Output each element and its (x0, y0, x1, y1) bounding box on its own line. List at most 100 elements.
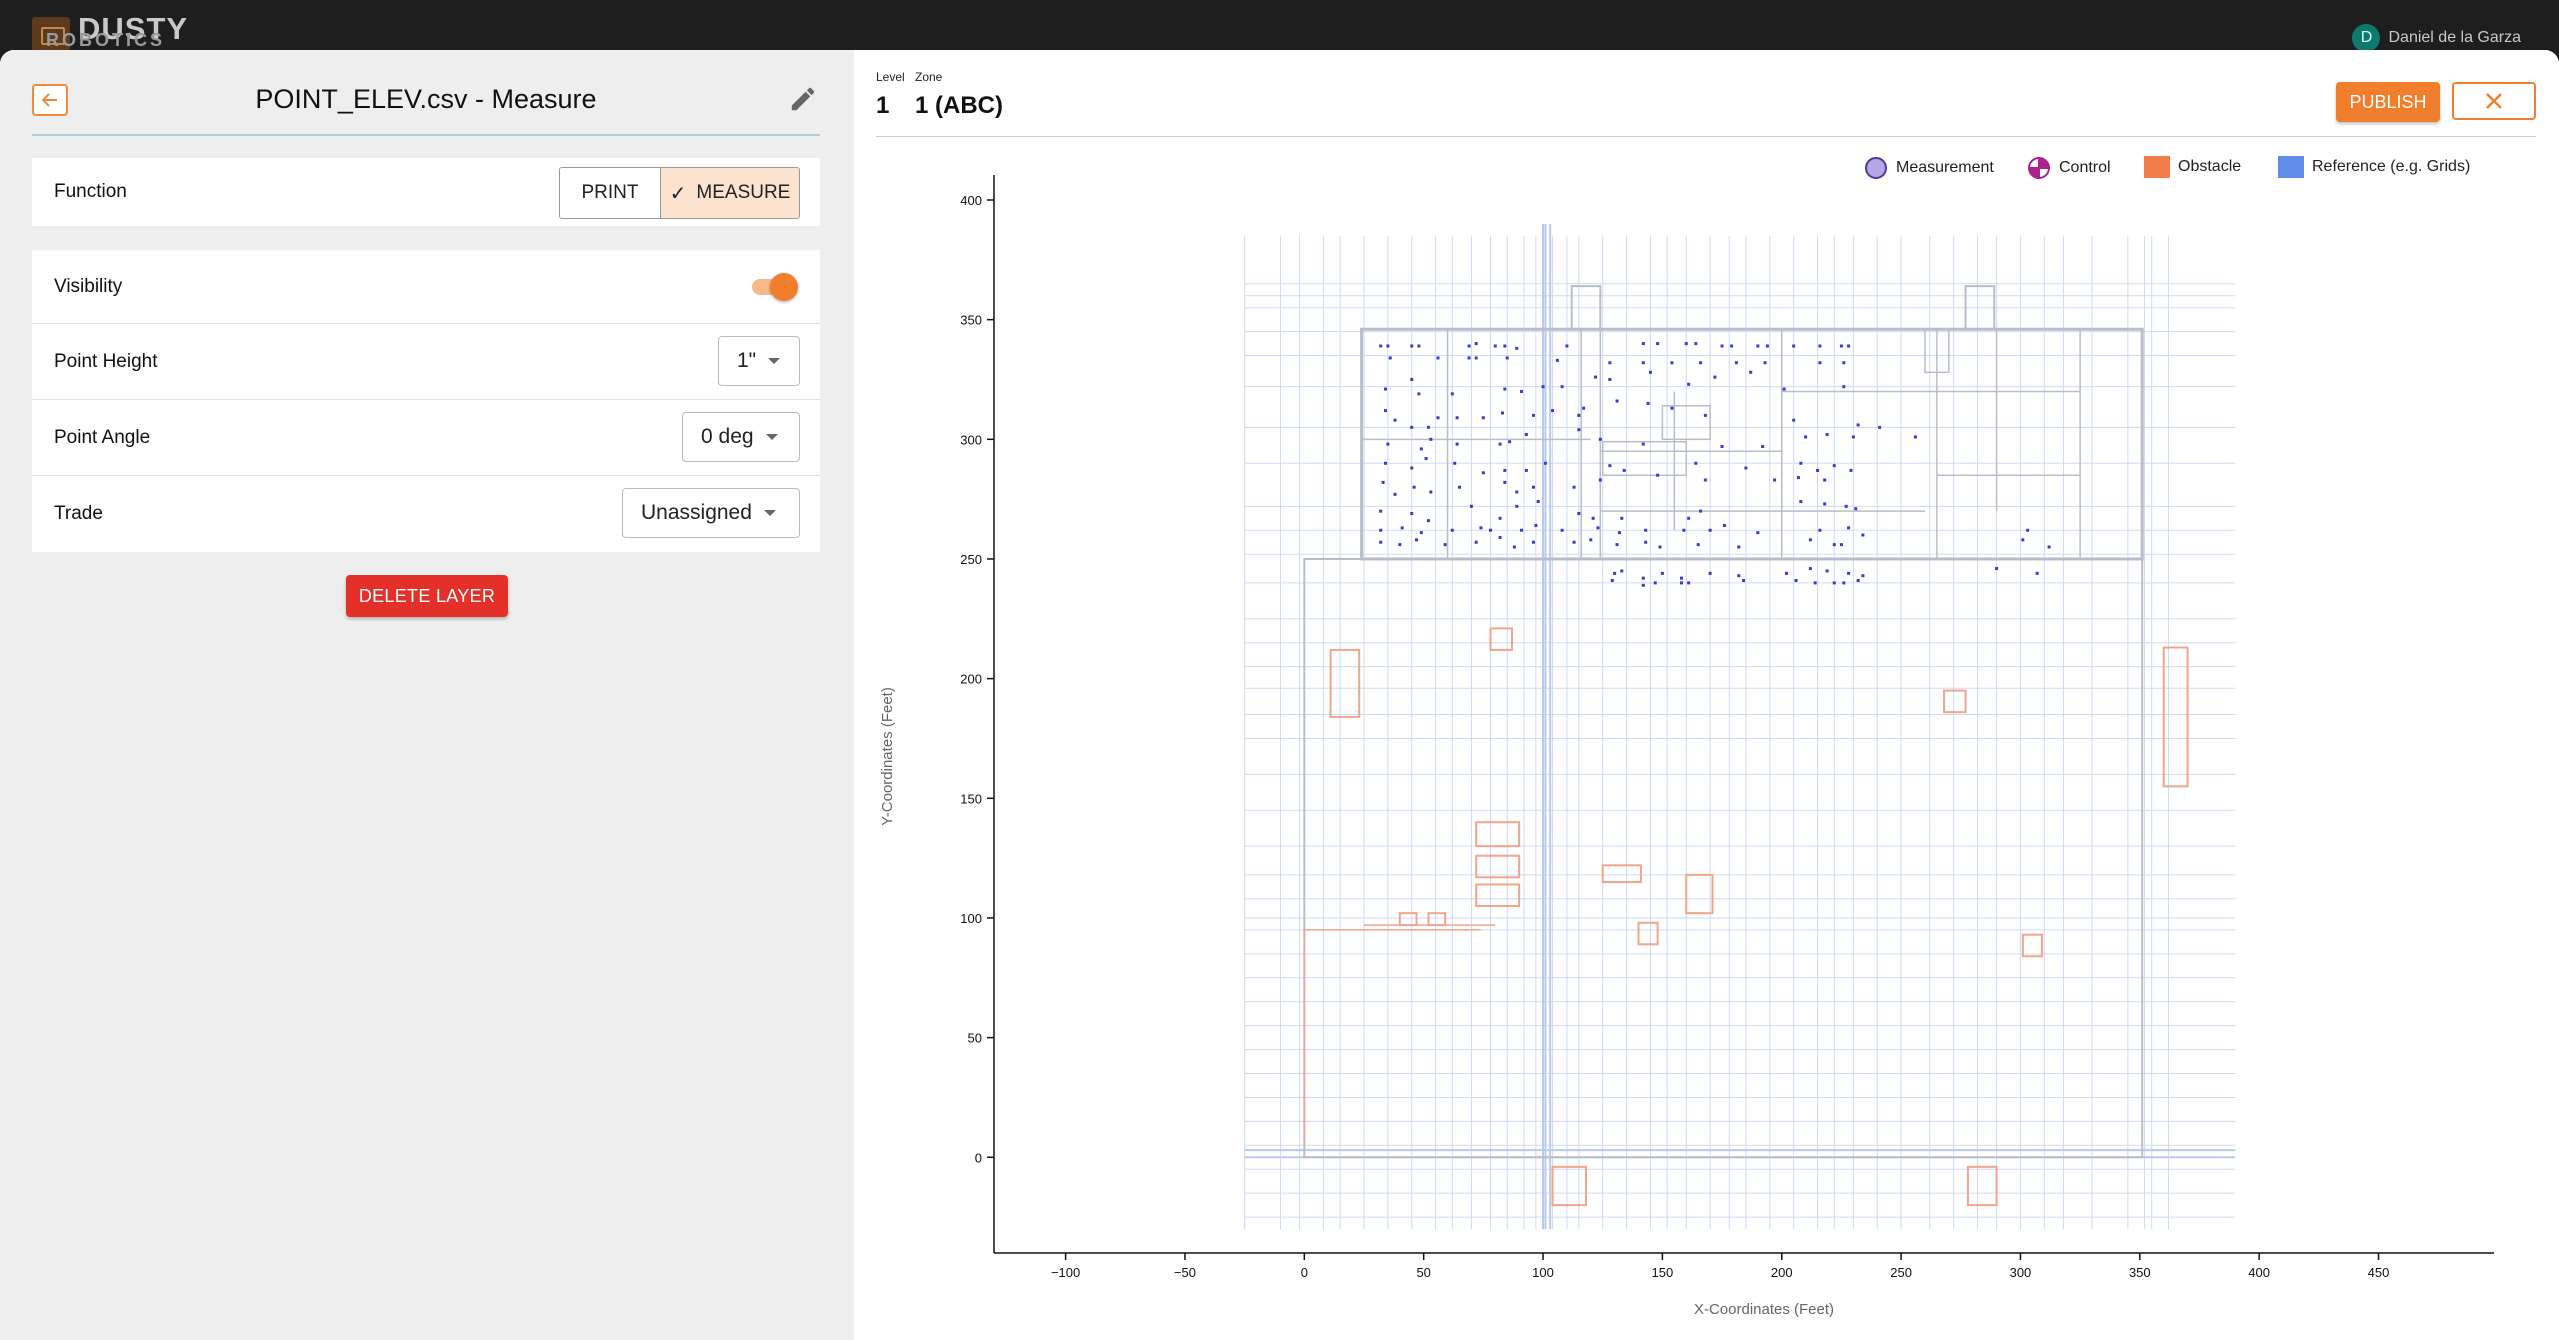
measurement-point (1508, 440, 1512, 444)
measurement-point (1703, 478, 1707, 482)
x-tick-label: 150 (1652, 1265, 1674, 1280)
measurement-point (1469, 504, 1473, 508)
lower-building-outline (1303, 557, 2144, 1159)
measurement-point (1467, 356, 1471, 360)
visibility-label: Visibility (54, 275, 123, 297)
measurement-point (1851, 435, 1855, 439)
measurement-point (1703, 413, 1707, 417)
measurement-point (1842, 385, 1846, 389)
x-tick-label: 100 (1532, 1265, 1554, 1280)
measurement-point (1756, 531, 1760, 535)
measurement-point (1572, 540, 1576, 544)
measurement-point (1660, 571, 1664, 575)
measurement-point (1505, 356, 1509, 360)
measurement-point (1696, 543, 1700, 547)
upper-building-outline (1360, 327, 2144, 561)
measurement-point (1560, 385, 1564, 389)
measurement-point (1825, 433, 1829, 437)
delete-layer-button[interactable]: DELETE LAYER (346, 575, 508, 617)
measurement-point (1436, 356, 1440, 360)
x-tick-label: −50 (1174, 1265, 1196, 1280)
user-name: Daniel de la Garza (2388, 29, 2521, 46)
measurement-points-layer (1379, 342, 2051, 587)
measurement-point (1658, 545, 1662, 549)
pencil-icon (791, 87, 815, 111)
switch-knob (770, 273, 798, 301)
measurement-point (1474, 540, 1478, 544)
print-toggle[interactable]: PRINT (560, 168, 660, 218)
edit-title-button[interactable] (788, 84, 818, 114)
measurement-point (1481, 471, 1485, 475)
function-toggle-group: PRINT ✓ MEASURE (559, 167, 800, 219)
measurement-point (1641, 442, 1645, 446)
measurement-point (1498, 535, 1502, 539)
measurement-point (1455, 416, 1459, 420)
measurement-point (1722, 523, 1726, 527)
function-row: Function PRINT ✓ MEASURE (32, 158, 820, 226)
measurement-point (1796, 476, 1800, 480)
measurement-point (1913, 435, 1917, 439)
measurement-point (1386, 442, 1390, 446)
measurement-point (1582, 406, 1586, 410)
measurement-point (1844, 504, 1848, 508)
measurement-point (1383, 461, 1387, 465)
x-tick-label: 300 (2010, 1265, 2032, 1280)
measurement-point (1551, 409, 1555, 413)
measurement-point (1577, 512, 1581, 516)
measurement-point (1687, 581, 1691, 585)
x-tick-label: 200 (1771, 1265, 1793, 1280)
point-angle-select[interactable]: 0 deg (682, 412, 800, 462)
y-tick-label: 300 (960, 432, 982, 447)
measurement-point (1799, 500, 1803, 504)
floor-plan-plot[interactable]: −100 −50 0 50 100 150 200 250 300 350 400 450 0 50 100… (854, 50, 2559, 1340)
user-menu[interactable]: D Daniel de la Garza (2352, 24, 2521, 52)
measurement-point (1644, 540, 1648, 544)
measurement-point (1412, 485, 1416, 489)
point-height-select[interactable]: 1" (718, 336, 800, 386)
y-tick-label: 100 (960, 911, 982, 926)
measurement-point (1524, 468, 1528, 472)
x-tick-label: 250 (1890, 1265, 1912, 1280)
obstacle-mark (1966, 1165, 1998, 1207)
measurement-point (1839, 344, 1843, 348)
measurement-point (1756, 344, 1760, 348)
measurement-point (1379, 528, 1383, 532)
measurement-point (1708, 571, 1712, 575)
measurement-point (1641, 342, 1645, 346)
measurement-point (1565, 344, 1569, 348)
trade-label: Trade (54, 503, 103, 524)
measurement-point (1737, 545, 1741, 549)
measurement-point (1498, 516, 1502, 520)
measurement-point (1617, 531, 1621, 535)
measure-toggle[interactable]: ✓ MEASURE (660, 168, 799, 218)
measurement-point (1610, 579, 1614, 583)
measurement-point (1644, 528, 1648, 532)
measurement-point (1453, 461, 1457, 465)
x-tick-label: 400 (2248, 1265, 2270, 1280)
logo-subtext: ROBOTICS (46, 30, 166, 50)
measurement-point (1379, 509, 1383, 513)
measurement-point (1839, 543, 1843, 547)
measurement-point (1679, 581, 1683, 585)
measurement-point (1489, 528, 1493, 532)
measurement-point (1694, 342, 1698, 346)
measurement-point (1531, 485, 1535, 489)
measurement-point (2035, 571, 2039, 575)
measurement-point (1694, 461, 1698, 465)
visibility-switch[interactable] (752, 273, 798, 301)
measurement-point (1493, 344, 1497, 348)
trade-value: Unassigned (641, 501, 752, 524)
trade-select[interactable]: Unassigned (622, 488, 800, 538)
trade-row: Trade Unassigned (32, 476, 820, 552)
measurement-point (1682, 528, 1686, 532)
measurement-point (1419, 447, 1423, 451)
measurement-point (1832, 464, 1836, 468)
measurement-point (1794, 579, 1798, 583)
visibility-row: Visibility (32, 250, 820, 324)
measurement-point (1861, 533, 1865, 537)
measurement-point (1720, 444, 1724, 448)
measurement-point (1687, 382, 1691, 386)
point-height-row: Point Height 1" (32, 324, 820, 400)
obstacle-mark (1427, 912, 1447, 927)
measurement-point (1849, 468, 1853, 472)
